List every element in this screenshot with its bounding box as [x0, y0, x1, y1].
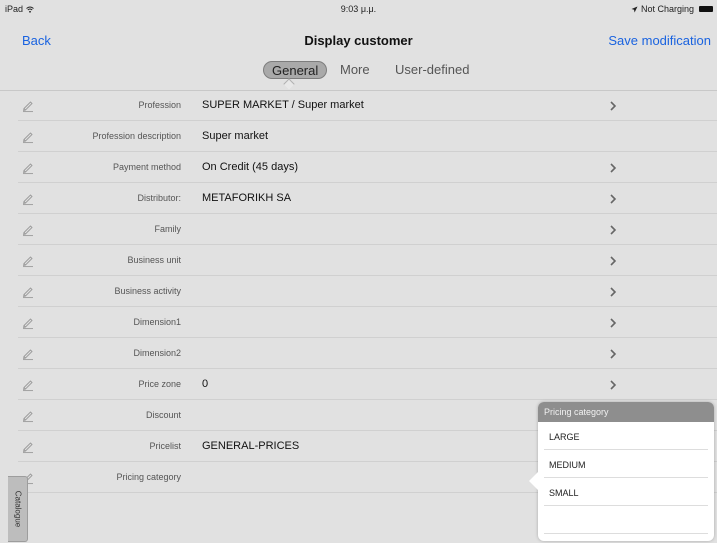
field-label: Business activity: [114, 286, 181, 296]
save-modification-button[interactable]: Save modification: [608, 33, 711, 48]
field-label: Pricelist: [149, 441, 181, 451]
pencil-icon[interactable]: [21, 316, 35, 330]
field-value: GENERAL-PRICES: [202, 440, 300, 452]
catalogue-side-tab-label: Catalogue: [13, 490, 22, 528]
field-value: METAFORIKH SA: [202, 192, 292, 204]
field-label: Profession: [138, 100, 181, 110]
chevron-right-icon[interactable]: [608, 161, 618, 173]
battery-icon: [699, 6, 713, 12]
field-row[interactable]: Profession SUPER MARKET / Super market: [0, 90, 717, 121]
option-empty[interactable]: [544, 506, 708, 534]
field-row[interactable]: Payment method On Credit (45 days): [0, 152, 717, 183]
field-row[interactable]: Business unit: [0, 245, 717, 276]
field-label: Distributor:: [137, 193, 181, 203]
pencil-icon[interactable]: [21, 440, 35, 454]
chevron-right-icon[interactable]: [608, 347, 618, 359]
field-label: Profession description: [92, 131, 181, 141]
field-label: Payment method: [112, 162, 181, 172]
pencil-icon[interactable]: [21, 409, 35, 423]
chevron-right-icon[interactable]: [608, 378, 618, 390]
status-bar: iPad 9:03 μ.μ. Not Charging: [0, 0, 717, 18]
pencil-icon[interactable]: [21, 99, 35, 113]
clock: 9:03 μ.μ.: [340, 4, 377, 14]
pencil-icon[interactable]: [21, 161, 35, 175]
field-label: Dimension1: [133, 317, 181, 327]
field-row[interactable]: Business activity: [0, 276, 717, 307]
chevron-right-icon[interactable]: [608, 99, 618, 111]
pencil-icon[interactable]: [21, 130, 35, 144]
field-row[interactable]: Price zone 0: [0, 369, 717, 400]
chevron-right-icon[interactable]: [608, 316, 618, 328]
pencil-icon[interactable]: [21, 378, 35, 392]
field-label: Dimension2: [133, 348, 181, 358]
tab-general[interactable]: General: [263, 61, 328, 79]
pencil-icon[interactable]: [21, 223, 35, 237]
field-value: SUPER MARKET / Super market: [202, 99, 364, 111]
field-label: Discount: [145, 410, 181, 420]
field-row[interactable]: Dimension1: [0, 307, 717, 338]
option-large[interactable]: LARGE: [544, 422, 708, 450]
pricing-category-popover: Pricing category LARGE MEDIUM SMALL: [529, 402, 714, 541]
field-label: Business unit: [127, 255, 181, 265]
option-medium[interactable]: MEDIUM: [544, 450, 708, 478]
segmented-tabs: General More User-defined: [0, 60, 717, 90]
field-row[interactable]: Family: [0, 214, 717, 245]
chevron-right-icon[interactable]: [608, 223, 618, 235]
chevron-right-icon[interactable]: [608, 254, 618, 266]
option-small[interactable]: SMALL: [544, 478, 708, 506]
field-row[interactable]: Profession description Super market: [0, 121, 717, 152]
popover-arrow: [529, 472, 538, 490]
field-value: On Credit (45 days): [202, 161, 298, 173]
active-tab-indicator: [283, 78, 295, 90]
field-row[interactable]: Dimension2: [0, 338, 717, 369]
field-row[interactable]: Distributor: METAFORIKH SA: [0, 183, 717, 214]
chevron-right-icon[interactable]: [608, 285, 618, 297]
catalogue-side-tab[interactable]: Catalogue: [8, 476, 28, 542]
navigation-bar: Back Display customer Save modification: [0, 18, 717, 60]
pencil-icon[interactable]: [21, 285, 35, 299]
pencil-icon[interactable]: [21, 192, 35, 206]
tab-more[interactable]: More: [340, 61, 370, 79]
popover-title: Pricing category: [538, 402, 714, 422]
pencil-icon[interactable]: [21, 347, 35, 361]
popover-option-list: LARGE MEDIUM SMALL: [538, 422, 714, 534]
location-arrow-icon: [631, 6, 638, 12]
chevron-right-icon[interactable]: [608, 192, 618, 204]
field-label: Price zone: [138, 379, 181, 389]
field-label: Pricing category: [116, 472, 181, 482]
charging-status: Not Charging: [640, 4, 694, 14]
field-label: Family: [154, 224, 182, 234]
tab-user-defined[interactable]: User-defined: [395, 61, 469, 79]
status-right: Not Charging: [631, 4, 713, 14]
field-value: Super market: [202, 130, 269, 142]
field-value: 0: [202, 378, 209, 390]
pencil-icon[interactable]: [21, 254, 35, 268]
